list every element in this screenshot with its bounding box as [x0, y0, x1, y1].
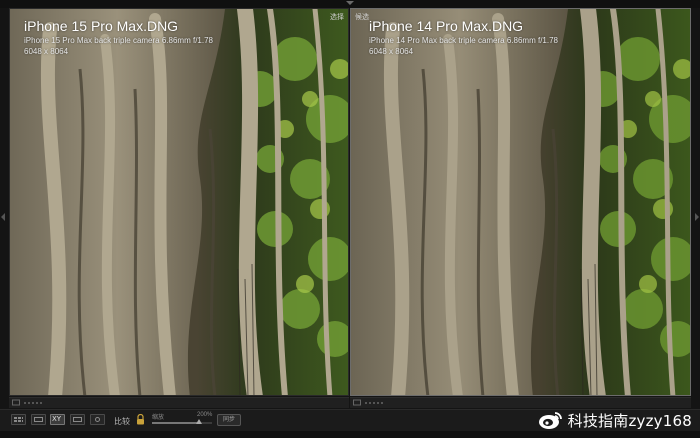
compare-label: 比较	[114, 417, 130, 426]
candidate-pane-status-bar	[350, 397, 691, 408]
grid-view-icon[interactable]	[11, 414, 26, 425]
photo-info-overlay: iPhone 15 Pro Max.DNG iPhone 15 Pro Max …	[24, 18, 213, 57]
camera-info: iPhone 15 Pro Max back triple camera 6.8…	[24, 36, 213, 45]
rating-dots[interactable]	[365, 402, 385, 404]
lock-icon[interactable]	[136, 414, 145, 425]
zoom-value: 200%	[197, 412, 213, 418]
zoom-slider[interactable]	[152, 422, 212, 424]
weibo-logo-icon	[538, 412, 562, 429]
bottom-panel-edge	[0, 431, 700, 438]
zoom-slider-fill	[152, 422, 199, 424]
candidate-pane[interactable]: 候选 iPhone 14 Pro Max.DNG iPhone 14 Pro M…	[350, 8, 691, 396]
select-pane[interactable]: 选择 iPhone 15 Pro Max.DNG iPhone 15 Pro M…	[9, 8, 349, 396]
tree-photo-right	[351, 9, 690, 395]
watermark-text: 科技指南zyzy168	[567, 411, 692, 430]
top-panel-edge	[0, 0, 700, 8]
file-name: iPhone 15 Pro Max.DNG	[24, 18, 179, 34]
zoom-label: 缩放	[152, 415, 165, 421]
watermark: 科技指南zyzy168	[538, 409, 692, 431]
flag-icon[interactable]	[12, 399, 20, 406]
tree-photo-left	[10, 9, 348, 395]
pane-candidate-label: 候选	[355, 14, 369, 21]
collapse-right-panel-icon[interactable]	[695, 213, 699, 221]
zoom-slider-thumb[interactable]	[195, 419, 202, 424]
image-dimensions: 6048 x 8064	[24, 47, 69, 56]
image-dimensions: 6048 x 8064	[369, 47, 414, 56]
compare-view-icon[interactable]: XY	[50, 414, 65, 425]
pane-select-label: 选择	[330, 14, 344, 21]
people-view-icon[interactable]	[90, 414, 105, 425]
lightroom-compare-window: 选择 iPhone 15 Pro Max.DNG iPhone 15 Pro M…	[0, 0, 700, 438]
photo-info-overlay: iPhone 14 Pro Max.DNG iPhone 14 Pro Max …	[369, 18, 558, 57]
file-name: iPhone 14 Pro Max.DNG	[369, 18, 524, 34]
select-pane-status-bar	[9, 397, 349, 408]
survey-view-icon[interactable]	[70, 414, 85, 425]
collapse-left-panel-icon[interactable]	[1, 213, 5, 221]
collapse-top-panel-icon[interactable]	[346, 1, 354, 5]
camera-info: iPhone 14 Pro Max back triple camera 6.8…	[369, 36, 558, 45]
loupe-view-icon[interactable]	[31, 414, 46, 425]
sync-button[interactable]: 同步	[217, 414, 241, 426]
flag-icon[interactable]	[353, 399, 361, 406]
rating-dots[interactable]	[24, 402, 44, 404]
